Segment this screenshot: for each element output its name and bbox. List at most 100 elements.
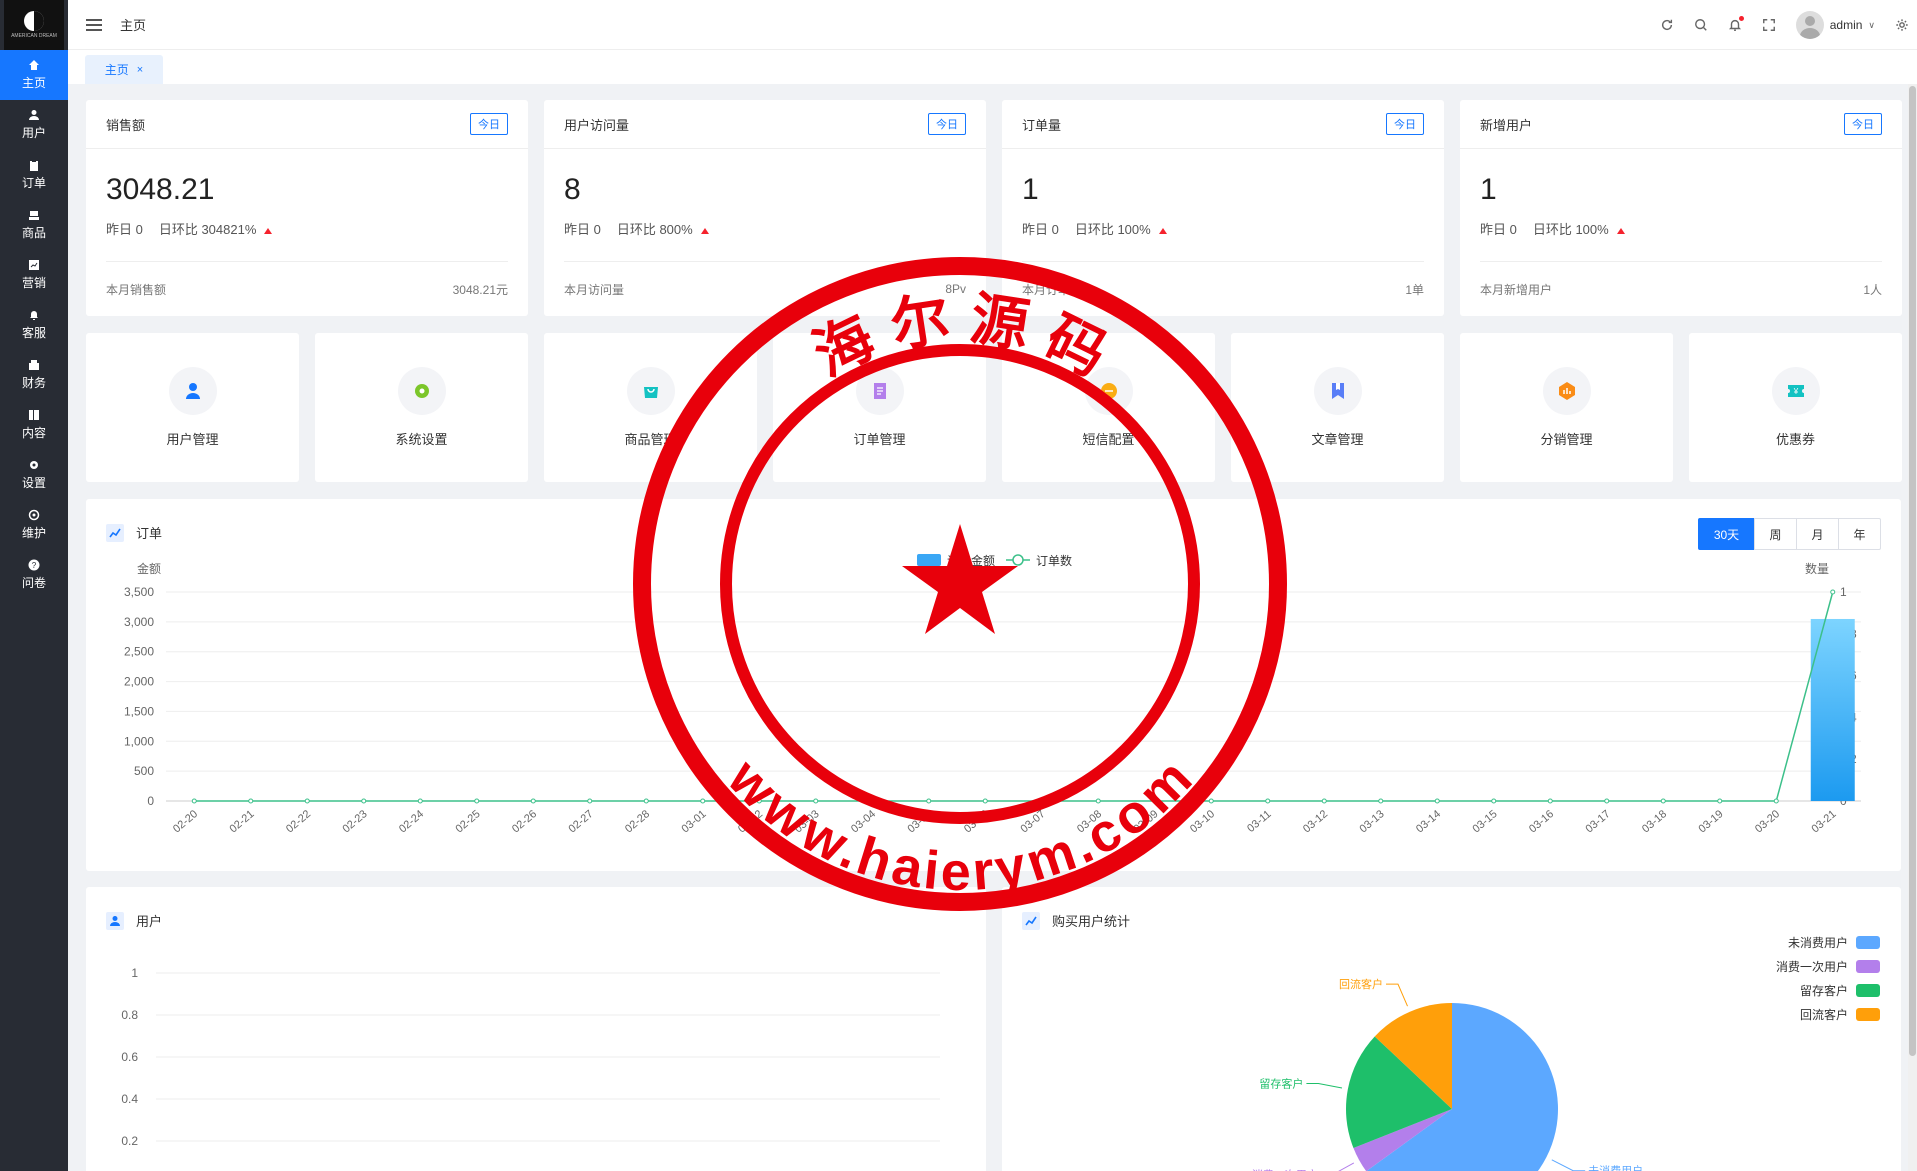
x-tick-label: 02-21 — [227, 808, 256, 835]
today-badge[interactable]: 今日 — [470, 113, 508, 135]
sidebar-item-2[interactable]: 订单 — [0, 150, 68, 200]
sidebar-item-10[interactable]: ? 问卷 — [0, 550, 68, 600]
gear-icon — [397, 367, 446, 415]
x-tick-label: 03-13 — [1357, 808, 1386, 835]
sms-icon — [1084, 367, 1133, 415]
sidebar-item-5[interactable]: 客服 — [0, 300, 68, 350]
stat-card: 用户访问量 今日 8 昨日 0 日环比 800% 本月访问量 8Pv — [544, 100, 986, 316]
shortcut-label: 用户管理 — [166, 432, 219, 447]
line-point — [1830, 589, 1836, 595]
pie-label: 回流客户 — [1339, 977, 1383, 991]
sidebar-item-1[interactable]: 用户 — [0, 100, 68, 150]
sidebar-item-3[interactable]: 商品 — [0, 200, 68, 250]
chevron-down-icon: ∨ — [1868, 19, 1875, 30]
sidebar-item-9[interactable]: 维护 — [0, 500, 68, 550]
y-tick-label: 0 — [147, 794, 154, 808]
sidebar-item-7[interactable]: 内容 — [0, 400, 68, 450]
stat-compare: 昨日 0 日环比 100% — [1480, 219, 1882, 238]
logo[interactable]: AMERICAN DREAM — [4, 0, 64, 50]
x-tick-label: 03-12 — [1301, 808, 1330, 835]
sidebar-item-label: 订单 — [21, 176, 46, 190]
line-point — [1095, 798, 1101, 804]
shortcut-user-manage[interactable]: 用户管理 — [86, 333, 299, 482]
pie-label-line — [1306, 1083, 1343, 1089]
stat-foot-value: 3048.21元 — [452, 282, 508, 297]
sidebar-item-4[interactable]: 营销 — [0, 250, 68, 300]
legend-swatch-point — [1012, 554, 1024, 566]
refresh-icon[interactable] — [1660, 18, 1674, 32]
line-point — [417, 798, 423, 804]
shortcut-sms[interactable]: 短信配置 — [1002, 333, 1215, 482]
fullscreen-icon[interactable] — [1762, 18, 1776, 32]
order-chart: 金额 数量 3,500 3,000 2,500 2,000 1,500 1,000 500 0 1 0… — [124, 553, 1861, 835]
x-tick-label: 03-04 — [849, 808, 878, 835]
scrollbar[interactable] — [1908, 84, 1917, 1171]
stat-compare: 昨日 0 日环比 304821% — [106, 219, 508, 238]
x-tick-label: 02-24 — [397, 808, 426, 835]
x-tick-label: 02-20 — [171, 808, 200, 835]
stat-card: 订单量 今日 1 昨日 0 日环比 100% 本月订单量 1单 — [1002, 100, 1444, 316]
today-badge[interactable]: 今日 — [1386, 113, 1424, 135]
scroll-thumb[interactable] — [1909, 86, 1916, 1056]
legend-label: 消费一次用户 — [1776, 959, 1848, 974]
sidebar-item-6[interactable]: 财务 — [0, 350, 68, 400]
menu-toggle-icon[interactable] — [86, 18, 102, 31]
line-point — [248, 798, 254, 804]
stat-foot-value: 1单 — [1405, 282, 1424, 297]
bookmark-icon — [1313, 367, 1362, 415]
sidebar-item-8[interactable]: 设置 — [0, 450, 68, 500]
tab-bar: 主页 × — [68, 50, 1917, 84]
line-point — [304, 798, 310, 804]
stat-value: 3048.21 — [106, 173, 215, 206]
logo-text: AMERICAN DREAM — [11, 32, 57, 39]
x-tick-label: 03-18 — [1640, 808, 1669, 835]
shortcut-label: 文章管理 — [1311, 432, 1364, 447]
user-chart: 1 0.8 0.6 0.4 0.2 — [121, 966, 940, 1148]
svg-text:¥: ¥ — [1792, 387, 1798, 396]
stat-compare: 昨日 0 日环比 800% — [564, 219, 966, 238]
shop-bag-icon — [626, 367, 675, 415]
line-point — [361, 798, 367, 804]
search-icon[interactable] — [1694, 18, 1708, 32]
line-point — [530, 798, 536, 804]
close-icon[interactable]: × — [137, 64, 143, 76]
coupon-icon: ¥ — [1771, 367, 1820, 415]
legend-swatch — [1856, 960, 1880, 973]
shortcut-distribution[interactable]: 分销管理 — [1460, 333, 1673, 482]
today-badge[interactable]: 今日 — [928, 113, 966, 135]
shortcut-shop-bag[interactable]: 商品管理 — [544, 333, 757, 482]
x-tick-label: 03-07 — [1018, 808, 1047, 835]
stat-card-header: 销售额 今日 — [86, 100, 528, 149]
stat-value: 8 — [564, 173, 581, 206]
legend-label: 留存客户 — [1800, 983, 1848, 998]
shortcut-coupon[interactable]: ¥ 优惠券 — [1689, 333, 1902, 482]
tab-home[interactable]: 主页 × — [85, 55, 163, 84]
pie-label: 留存客户 — [1259, 1077, 1303, 1091]
sidebar-item-0[interactable]: 主页 — [0, 50, 68, 100]
breadcrumb: 主页 — [120, 18, 147, 33]
user-icon — [28, 109, 40, 121]
legend-swatch — [1856, 936, 1880, 949]
y-tick-label: 0.4 — [121, 1092, 138, 1106]
shortcut-order-doc[interactable]: 订单管理 — [773, 333, 986, 482]
today-badge[interactable]: 今日 — [1844, 113, 1882, 135]
sidebar-item-label: 营销 — [21, 276, 46, 290]
avatar — [1795, 11, 1824, 39]
user-menu[interactable]: admin ∨ — [1795, 11, 1875, 39]
gear-icon[interactable] — [1895, 18, 1909, 32]
y-tick-label: 2,000 — [124, 675, 154, 689]
x-tick-label: 03-10 — [1188, 808, 1217, 835]
stat-foot-label: 本月新增用户 — [1480, 282, 1553, 297]
line-point — [1378, 798, 1384, 804]
line-point — [587, 798, 593, 804]
y-tick-label: 3,500 — [124, 585, 154, 599]
stat-foot-value: 1人 — [1863, 282, 1882, 297]
bell-icon[interactable] — [1728, 16, 1744, 32]
stat-title: 用户访问量 — [564, 117, 630, 133]
shortcut-bookmark[interactable]: 文章管理 — [1231, 333, 1444, 482]
pie-label-line — [1385, 983, 1408, 1007]
stat-card-header: 用户访问量 今日 — [544, 100, 986, 149]
stat-value: 1 — [1480, 173, 1497, 206]
shortcut-gear[interactable]: 系统设置 — [315, 333, 528, 482]
stat-title: 新增用户 — [1480, 117, 1533, 133]
